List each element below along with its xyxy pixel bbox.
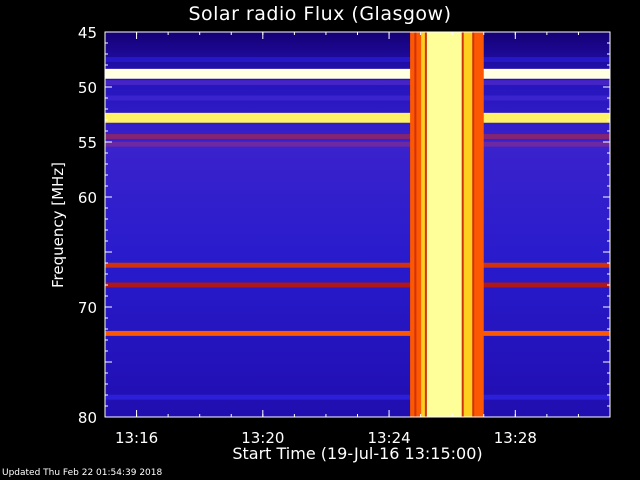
burst-striation [472, 32, 475, 417]
y-tick-label: 50 [78, 79, 97, 97]
burst-peak [426, 32, 464, 417]
burst-striation [424, 32, 427, 417]
y-tick-label: 45 [78, 24, 97, 42]
update-timestamp: Updated Thu Feb 22 01:54:39 2018 [2, 468, 163, 478]
chart: Solar radio Flux (Glasgow) 45 50 55 60 70 80 1… [0, 0, 640, 480]
y-axis-label: Frequency [MHz] [49, 161, 67, 289]
burst-striation [414, 32, 417, 417]
interference-band [105, 112, 610, 123]
x-axis-label: Start Time (19-Jul-16 13:15:00) [232, 444, 483, 463]
interference-band [105, 68, 610, 79]
interference-band [105, 330, 610, 336]
interference-band [105, 394, 610, 400]
interference-band [105, 262, 610, 268]
y-tick-label: 80 [78, 409, 97, 427]
burst-striation [461, 32, 464, 417]
y-tick-label: 60 [78, 189, 97, 207]
spectrogram-plot: 45505560708013:16 13:20 13:24 13:28 [78, 24, 611, 447]
interference-band [105, 282, 610, 288]
interference-band [105, 134, 610, 139]
interference-band [105, 80, 610, 86]
interference-band [105, 95, 610, 101]
spectrogram-background [105, 32, 610, 417]
y-tick-label: 55 [78, 134, 97, 152]
y-tick-label: 70 [78, 299, 97, 317]
interference-band [105, 141, 610, 147]
interference-band [105, 57, 610, 62]
